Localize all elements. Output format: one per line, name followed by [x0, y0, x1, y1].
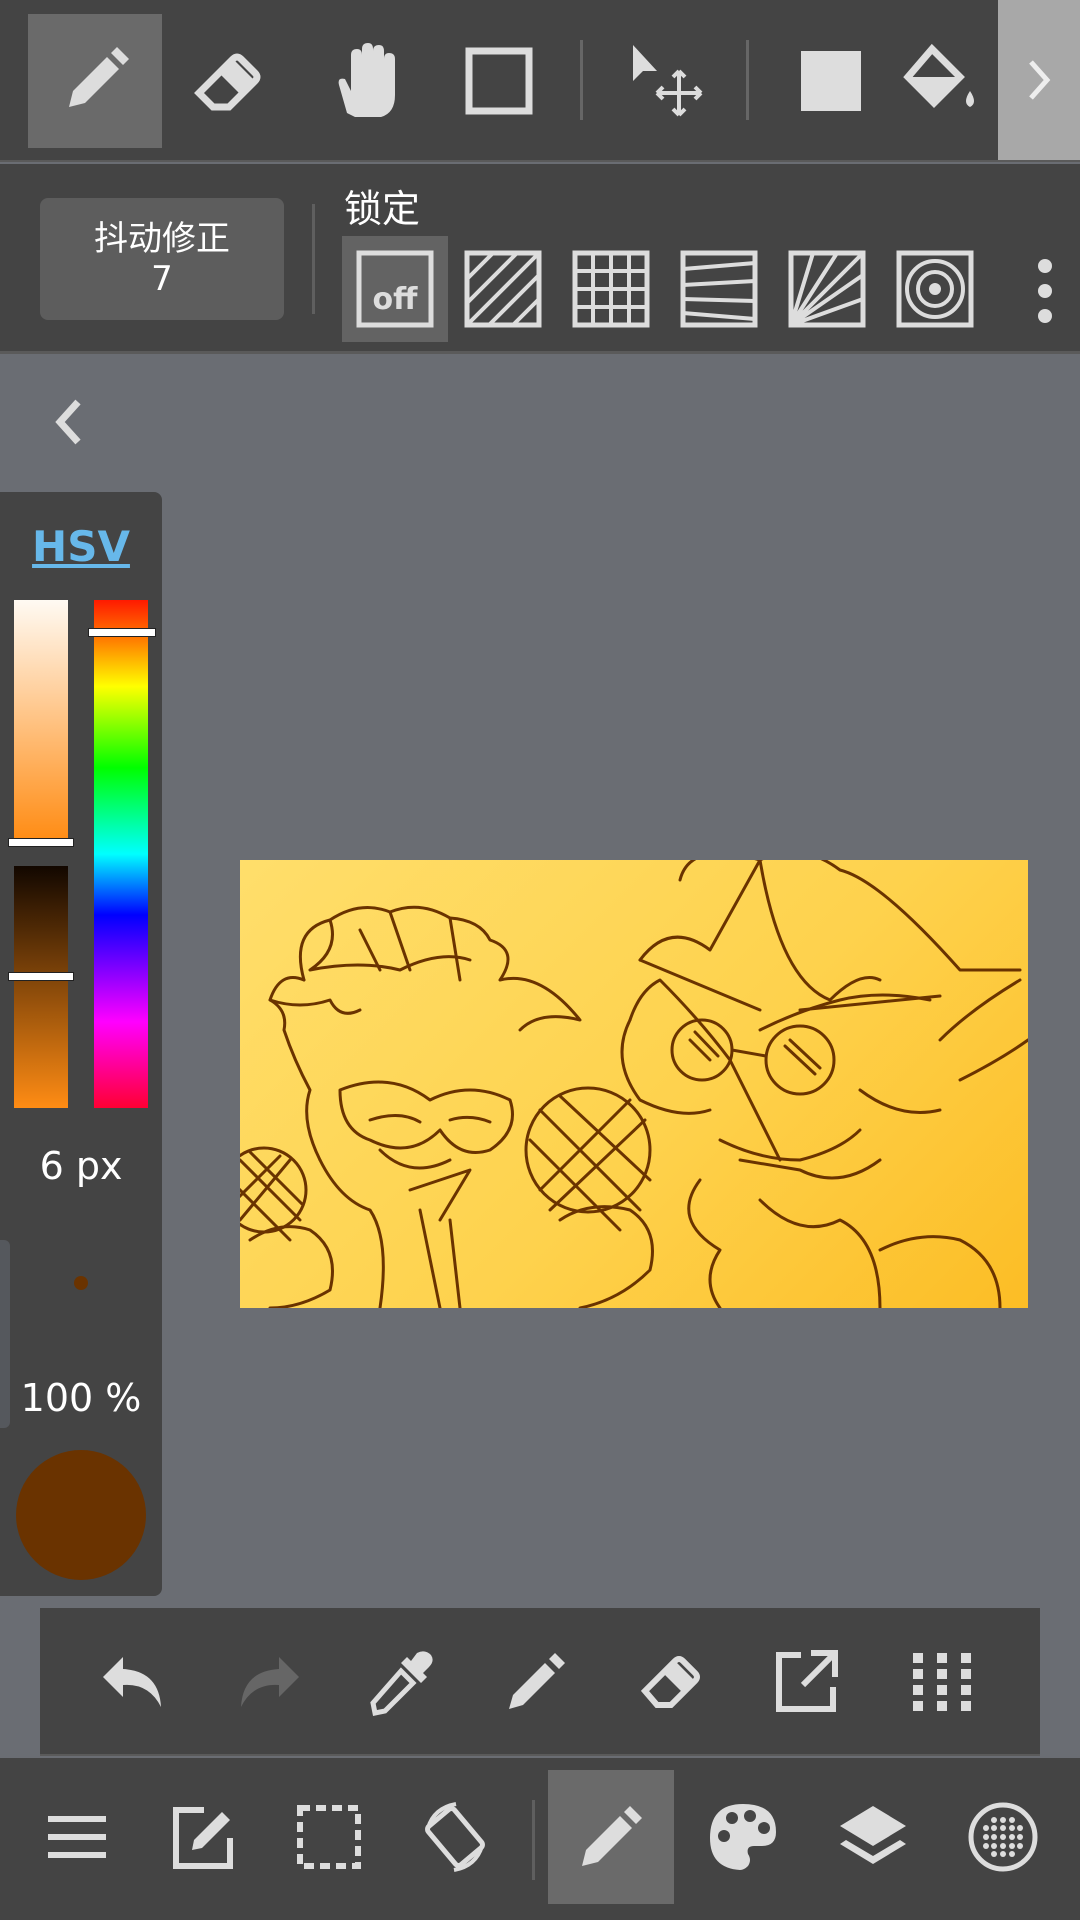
hue-slider-thumb[interactable] — [88, 628, 156, 637]
layers-button[interactable] — [810, 1770, 936, 1904]
brush-button[interactable] — [548, 1770, 674, 1904]
pen-icon — [509, 1653, 565, 1709]
edit-button[interactable] — [140, 1770, 266, 1904]
rotate-canvas-icon — [425, 1802, 485, 1872]
toolbar-divider — [746, 40, 749, 120]
snap-off-icon: off — [356, 250, 434, 328]
snap-parallel-button[interactable] — [450, 236, 556, 342]
brush-icon — [582, 1806, 642, 1866]
selection-button[interactable] — [266, 1770, 392, 1904]
value-slider-thumb[interactable] — [8, 972, 74, 981]
chevron-right-icon — [1029, 60, 1051, 100]
pen-icon — [69, 47, 129, 107]
sketch-artwork — [240, 860, 1028, 1308]
snap-off-button[interactable]: off — [342, 236, 448, 342]
brush-preview-dot — [74, 1276, 88, 1290]
export-icon — [776, 1650, 838, 1712]
snap-perspective-lines-icon — [680, 250, 758, 328]
layers-icon — [840, 1806, 906, 1864]
drawing-canvas[interactable] — [240, 860, 1028, 1308]
stabilizer-value: 7 — [151, 259, 173, 299]
back-button[interactable] — [38, 392, 98, 452]
top-toolbar — [0, 0, 1080, 162]
square-outline-icon — [465, 47, 533, 115]
edit-icon — [173, 1807, 233, 1869]
quick-access-bar — [40, 1608, 1040, 1756]
undo-button[interactable] — [88, 1636, 180, 1728]
menu-icon — [48, 1816, 106, 1858]
saturation-slider[interactable] — [14, 600, 68, 840]
filled-square-icon — [801, 51, 861, 111]
opacity-value[interactable]: 100 % — [0, 1376, 162, 1420]
toolbar-scroll-right-button[interactable] — [998, 0, 1080, 160]
color-mode-toggle[interactable]: HSV — [0, 522, 162, 571]
quick-pen-button[interactable] — [490, 1636, 582, 1728]
hue-slider[interactable] — [94, 600, 148, 1108]
ruler-bar: 抖动修正 7 锁定 off — [0, 164, 1080, 354]
palette-icon — [710, 1804, 776, 1870]
bucket-tool-button[interactable] — [900, 14, 1000, 148]
eyedropper-icon — [370, 1651, 433, 1716]
export-button[interactable] — [760, 1636, 852, 1728]
snap-perspective-lines-button[interactable] — [666, 236, 772, 342]
redo-icon — [241, 1657, 299, 1707]
eraser-tool-button[interactable] — [162, 14, 296, 148]
more-vertical-icon[interactable] — [1030, 256, 1060, 326]
move-tool-button[interactable] — [600, 14, 734, 148]
brush-size-value[interactable]: 6 px — [0, 1144, 162, 1188]
snap-concentric-icon — [896, 250, 974, 328]
shape-tool-button[interactable] — [432, 14, 566, 148]
grid-dots-icon — [913, 1653, 971, 1711]
quick-eraser-button[interactable] — [626, 1636, 718, 1728]
stabilizer-button[interactable]: 抖动修正 7 — [40, 198, 284, 320]
stabilizer-label: 抖动修正 — [94, 219, 230, 259]
eraser-icon — [194, 53, 261, 111]
chevron-left-icon — [55, 399, 81, 445]
saturation-slider-thumb[interactable] — [8, 838, 74, 847]
selection-icon — [297, 1805, 361, 1869]
paint-bucket-icon — [903, 43, 974, 108]
fill-rect-tool-button[interactable] — [764, 14, 898, 148]
snap-radial-button[interactable] — [774, 236, 880, 342]
snap-grid-icon — [572, 250, 650, 328]
pen-tool-button[interactable] — [28, 14, 162, 148]
snap-parallel-icon — [464, 250, 542, 328]
hand-icon — [338, 43, 395, 117]
current-color-swatch[interactable] — [16, 1450, 146, 1580]
snap-radial-icon — [788, 250, 866, 328]
snap-off-text: off — [373, 282, 419, 317]
move-arrow-icon — [633, 45, 703, 117]
palette-button[interactable] — [680, 1770, 806, 1904]
rotate-canvas-button[interactable] — [392, 1770, 518, 1904]
menu-button[interactable] — [14, 1770, 140, 1904]
quick-menu-button[interactable] — [896, 1636, 988, 1728]
hand-tool-button[interactable] — [298, 14, 432, 148]
toolbar-divider — [580, 40, 583, 120]
redo-button[interactable] — [222, 1636, 314, 1728]
bottom-navigation-bar — [0, 1758, 1080, 1920]
bottom-bar-divider — [532, 1800, 535, 1880]
panel-edge-handle[interactable] — [0, 1240, 10, 1428]
material-button[interactable] — [940, 1770, 1066, 1904]
ruler-divider — [312, 204, 315, 314]
snap-label: 锁定 — [344, 187, 421, 231]
eyedropper-button[interactable] — [356, 1636, 448, 1728]
undo-icon — [103, 1657, 161, 1707]
eraser-icon — [640, 1656, 700, 1708]
color-panel: HSV 6 px 100 % — [0, 492, 162, 1596]
snap-concentric-button[interactable] — [882, 236, 988, 342]
material-icon — [968, 1802, 1038, 1872]
value-slider[interactable] — [14, 866, 68, 1108]
snap-grid-button[interactable] — [558, 236, 664, 342]
